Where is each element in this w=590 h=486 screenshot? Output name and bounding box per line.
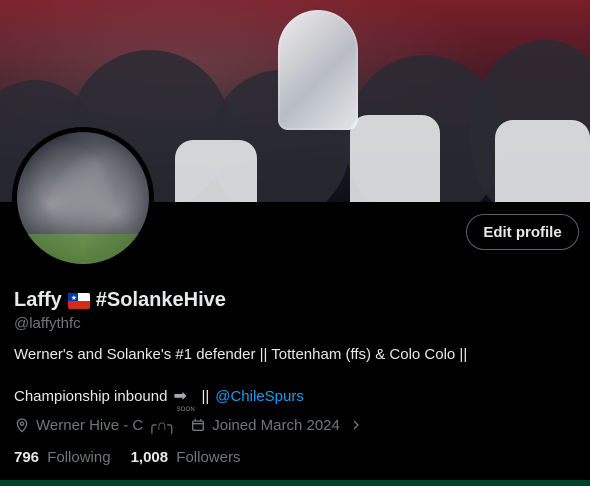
following-link[interactable]: 796 Following (14, 449, 111, 466)
bio-line-2-prefix: Championship inbound (14, 388, 168, 405)
avatar[interactable] (17, 132, 149, 264)
location-pin-icon (16, 418, 28, 433)
avatar-frame[interactable] (12, 127, 154, 269)
banner-kit-shape (175, 140, 257, 202)
user-handle: @laffythfc (14, 315, 81, 332)
joined-text: Joined March 2024 (212, 416, 340, 434)
followers-link[interactable]: 1,008 Followers (131, 449, 241, 466)
display-name-text: Laffy (14, 289, 62, 311)
soon-arrow-icon: ➡ SOON (173, 389, 195, 414)
chevron-right-icon (353, 420, 359, 430)
chilespurs-mention-link[interactable]: @ChileSpurs (215, 387, 304, 407)
location: Werner Hive - C ╭∩╮ (14, 416, 176, 434)
display-name-suffix: #SolankeHive (95, 289, 226, 311)
location-text: Werner Hive - C ╭∩╮ (36, 417, 177, 434)
followers-label: Followers (176, 449, 241, 466)
bottom-divider (0, 480, 590, 486)
edit-profile-button[interactable]: Edit profile (466, 214, 579, 250)
banner-kit-shape (495, 120, 590, 202)
bio-separator: || (201, 388, 210, 405)
bio-line-1: Werner's and Solanke's #1 defender || To… (14, 346, 468, 363)
follow-counts: 796 Following 1,008 Followers (14, 449, 240, 466)
banner-kit-shape (350, 115, 440, 202)
trophy-illustration (278, 10, 358, 130)
calendar-icon (192, 419, 205, 431)
followers-count: 1,008 (130, 449, 169, 466)
bio-line-2: Championship inbound ➡ SOON || @ChileSpu… (14, 387, 579, 414)
following-label: Following (47, 449, 111, 466)
bio: Werner's and Solanke's #1 defender || To… (14, 345, 579, 414)
chile-flag-icon: ★ (67, 292, 90, 309)
profile-meta: Werner Hive - C ╭∩╮ Joined March 2024 (14, 416, 364, 434)
following-count: 796 (14, 449, 40, 466)
display-name: Laffy ★ #SolankeHive (14, 289, 226, 312)
joined[interactable]: Joined March 2024 (190, 417, 364, 434)
